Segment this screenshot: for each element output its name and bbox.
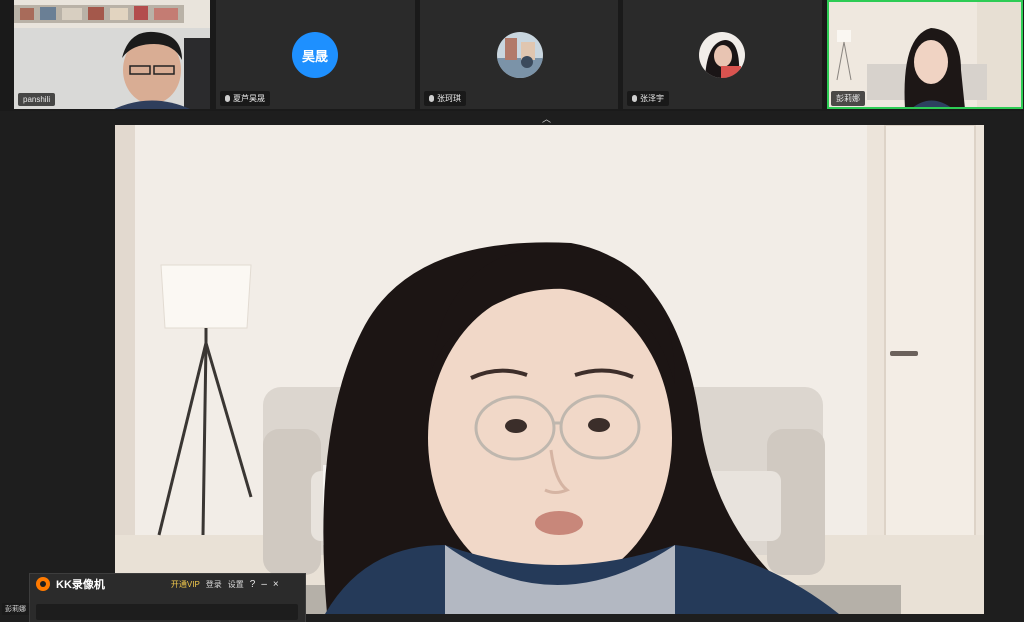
main-speaker-video xyxy=(115,125,984,614)
kk-logo-icon xyxy=(36,577,50,591)
close-button[interactable]: × xyxy=(273,579,279,590)
participant-name-tag: 夏芦昊晟 xyxy=(220,91,270,106)
self-name-tag: 彭莉娜 xyxy=(2,603,29,615)
chevron-up-icon[interactable]: ︿ xyxy=(542,112,551,125)
meeting-window: panshili 昊晟 夏芦昊晟 张珂琪 张泽宇 彭莉娜 ︿ 彭莉娜 KK录像机… xyxy=(0,0,1024,622)
participant-name: 张珂琪 xyxy=(437,94,461,103)
participant-name: 夏芦昊晟 xyxy=(233,94,265,103)
participant-name: 彭莉娜 xyxy=(836,94,860,103)
kk-controls-panel xyxy=(36,604,298,620)
participant-name: 张泽宇 xyxy=(640,94,664,103)
kk-title-bar: KK录像机 开通VIP 登录 设置 ? – × xyxy=(30,574,305,594)
participant-tile-2[interactable]: 昊晟 夏芦昊晟 xyxy=(216,0,415,109)
settings-link[interactable]: 设置 xyxy=(228,579,244,590)
participant-name: panshili xyxy=(23,95,51,104)
open-vip-link[interactable]: 开通VIP xyxy=(171,579,200,590)
microphone-icon xyxy=(632,95,637,102)
kk-recorder-widget[interactable]: KK录像机 开通VIP 登录 设置 ? – × xyxy=(29,573,306,622)
participant-name-tag: 张珂琪 xyxy=(424,91,466,106)
participant-avatar xyxy=(497,32,543,78)
minimize-button[interactable]: – xyxy=(261,579,267,590)
participant-strip: panshili 昊晟 夏芦昊晟 张珂琪 张泽宇 彭莉娜 ︿ xyxy=(0,0,1024,124)
microphone-icon xyxy=(429,95,434,102)
participant-tile-active[interactable]: 彭莉娜 xyxy=(827,0,1023,109)
microphone-icon xyxy=(225,95,230,102)
kk-title: KK录像机 xyxy=(56,579,105,591)
participant-tile-3[interactable]: 张珂琪 xyxy=(420,0,618,109)
participant-name-tag: panshili xyxy=(18,93,56,106)
participant-name-tag: 彭莉娜 xyxy=(831,91,865,106)
participant-tile-4[interactable]: 张泽宇 xyxy=(623,0,822,109)
participant-avatar: 昊晟 xyxy=(292,32,338,78)
login-link[interactable]: 登录 xyxy=(206,579,222,590)
participant-tile-panshili[interactable]: panshili xyxy=(14,0,210,109)
help-button[interactable]: ? xyxy=(250,579,256,590)
participant-avatar xyxy=(699,32,745,78)
speaker-video-frame xyxy=(115,125,984,614)
participant-name-tag: 张泽宇 xyxy=(627,91,669,106)
